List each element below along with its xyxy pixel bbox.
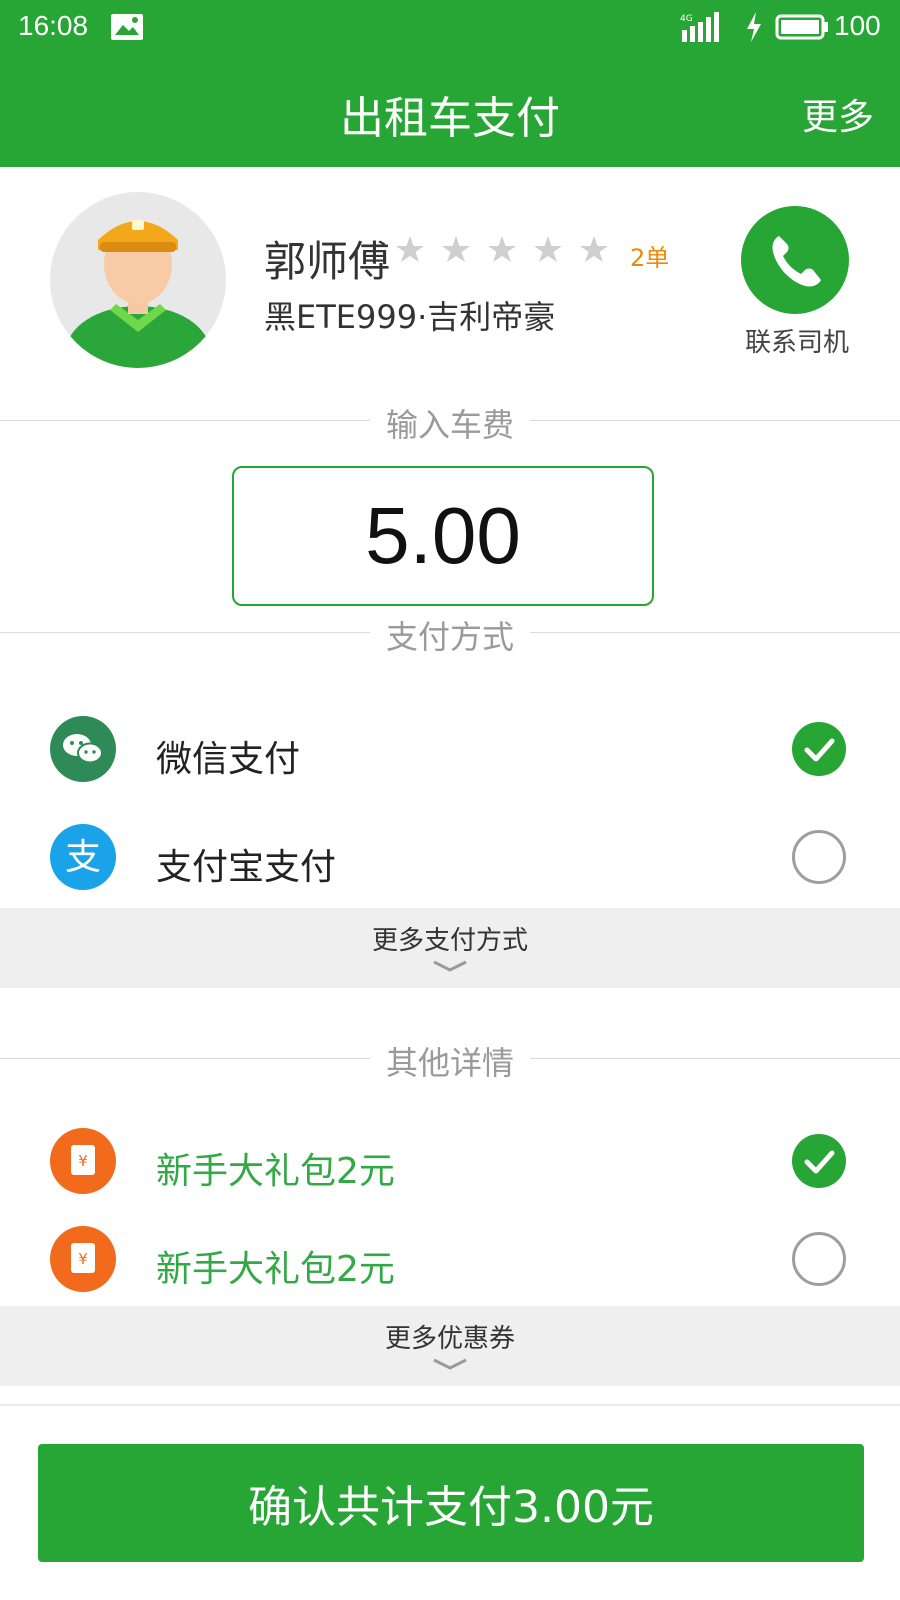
status-bar: 16:08 4G 100 [0, 0, 900, 56]
call-driver-button[interactable] [741, 206, 849, 314]
coupon-item[interactable]: ¥ 新手大礼包2元 [0, 1114, 900, 1214]
alipay-icon: 支 [50, 824, 116, 890]
unselected-radio-icon[interactable] [792, 1232, 846, 1286]
wechat-icon [50, 716, 116, 782]
chevron-down-icon [433, 1358, 467, 1370]
battery-icon [775, 14, 828, 40]
charging-icon [747, 12, 761, 42]
payment-option-label: 支付宝支付 [156, 847, 337, 888]
call-driver-label: 联系司机 [744, 328, 849, 358]
image-notification-icon [111, 14, 143, 40]
app-header: 16:08 4G 100 出租车支付 更多 [0, 0, 900, 167]
star-icon [580, 236, 608, 262]
star-icon [396, 236, 424, 262]
driver-avatar-icon [66, 220, 210, 368]
selected-check-icon[interactable] [792, 722, 846, 776]
coupon-item[interactable]: ¥ 新手大礼包2元 [0, 1212, 900, 1312]
page-title: 出租车支付 [340, 93, 560, 144]
driver-rating-stars [396, 236, 608, 262]
svg-text:¥: ¥ [78, 1250, 88, 1268]
phone-icon [772, 236, 821, 287]
star-icon [442, 236, 470, 262]
more-coupons-label: 更多优惠券 [384, 1324, 515, 1354]
fare-section-label: 输入车费 [0, 400, 900, 446]
more-coupons-button[interactable]: 更多优惠券 [0, 1306, 900, 1386]
payment-option-label: 微信支付 [156, 739, 301, 780]
fare-input[interactable]: 5.00 [232, 466, 654, 606]
car-plate-model: 黑ETE999·吉利帝豪 [264, 298, 556, 336]
driver-avatar [50, 192, 226, 368]
payment-option-wechat[interactable]: 微信支付 [0, 702, 900, 802]
battery-level: 100 [834, 10, 881, 41]
unselected-radio-icon[interactable] [792, 830, 846, 884]
coupon-icon: ¥ [50, 1128, 116, 1194]
payment-section-label: 支付方式 [0, 612, 900, 658]
confirm-payment-button[interactable]: 确认共计支付3.00元 [38, 1444, 864, 1562]
svg-text:¥: ¥ [78, 1152, 88, 1170]
more-payment-methods-button[interactable]: 更多支付方式 [0, 908, 900, 988]
coupon-label: 新手大礼包2元 [156, 1249, 395, 1290]
star-icon [534, 236, 562, 262]
signal-4g-icon: 4G [680, 12, 719, 42]
coupon-icon: ¥ [50, 1226, 116, 1292]
more-menu-button[interactable]: 更多 [802, 88, 874, 140]
payment-option-alipay[interactable]: 支 支付宝支付 [0, 810, 900, 910]
coupon-label: 新手大礼包2元 [156, 1151, 395, 1192]
status-time: 16:08 [18, 10, 89, 41]
svg-text:4G: 4G [680, 14, 693, 24]
driver-order-count: 2单 [630, 244, 670, 272]
driver-name: 郭师傅 [264, 237, 391, 286]
divider [0, 1404, 900, 1406]
details-section-label: 其他详情 [0, 1038, 900, 1084]
svg-text:支: 支 [65, 837, 101, 878]
chevron-down-icon [433, 960, 467, 972]
star-icon [488, 236, 516, 262]
more-payment-label: 更多支付方式 [371, 926, 528, 956]
selected-check-icon[interactable] [792, 1134, 846, 1188]
